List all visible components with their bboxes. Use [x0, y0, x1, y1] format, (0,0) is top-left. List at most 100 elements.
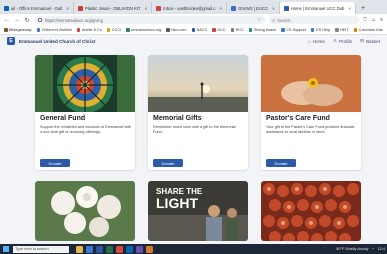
bookmark-item[interactable]: UCC	[212, 28, 226, 32]
nav-profile[interactable]: ♙ Profile	[333, 38, 352, 44]
browser-icon[interactable]	[86, 245, 93, 253]
fund-card-share-the-light[interactable]: SHARE THE LIGHT	[148, 181, 248, 241]
bookmark-item[interactable]: hfcc.com	[166, 28, 187, 32]
close-icon[interactable]: ×	[145, 6, 148, 11]
browser-search-input[interactable]: ⚲ Search	[269, 16, 360, 24]
hands-flower-image	[261, 55, 361, 112]
close-icon[interactable]: ×	[348, 6, 351, 11]
bookmark-favicon-icon	[353, 28, 358, 32]
shield-icon[interactable]: ⛉	[363, 17, 367, 23]
site-nav: ⌂ Home ♙ Profile ⊟ Basket	[308, 38, 380, 44]
folder-icon[interactable]	[76, 245, 83, 253]
bookmark-item[interactable]: emmanuelucc.org	[126, 28, 161, 32]
fund-card-general: General Fund Support the ministries and …	[35, 55, 135, 170]
bookmark-item[interactable]: RCC	[230, 28, 244, 32]
browser-tab[interactable]: GIVING | EUCC ×	[227, 2, 280, 14]
card-description: Support the ministries and missions of E…	[40, 125, 132, 134]
nav-basket[interactable]: ⊟ Basket	[360, 38, 380, 44]
new-tab-button[interactable]: +	[356, 2, 370, 14]
reload-icon[interactable]: ↻	[24, 17, 30, 24]
excel-icon[interactable]	[106, 245, 113, 253]
nav-home-label: Home	[312, 38, 325, 44]
fund-card-red-pattern[interactable]	[261, 181, 361, 241]
clock-text[interactable]: 12:4	[378, 247, 385, 251]
sunset-figure-image	[148, 55, 248, 112]
site-icon	[231, 5, 237, 11]
windows-taskbar: Type here to search 50°F Mostly cloudy ⌃…	[0, 244, 387, 254]
donate-button[interactable]: Donate	[266, 159, 296, 167]
bookmark-favicon-icon	[248, 28, 253, 32]
stained-glass-image	[35, 55, 135, 112]
fund-card-pastors-care: Pastor's Care Fund Your gift to the Past…	[261, 55, 361, 170]
bookmark-item[interactable]: Sheng beach	[248, 28, 276, 32]
windows-start-icon[interactable]	[2, 245, 10, 253]
nav-home[interactable]: ⌂ Home	[308, 38, 325, 44]
url-text: https://emmanuelucc.org/giving	[45, 17, 103, 23]
chrome-icon[interactable]	[116, 245, 123, 253]
menu-icon[interactable]: ≡	[380, 17, 383, 23]
browser-tab[interactable]: ail - Office Emmanuel - Outl ×	[0, 2, 74, 14]
site-icon	[78, 5, 83, 11]
star-icon[interactable]: ☆	[257, 17, 261, 23]
bookmark-favicon-icon	[191, 28, 196, 32]
close-icon[interactable]: ×	[219, 6, 222, 11]
bookmark-label: UCC	[217, 28, 226, 32]
fund-card-roses[interactable]	[35, 181, 135, 241]
bookmark-item[interactable]: Biblegateway	[4, 28, 32, 32]
browser-tab-active[interactable]: Home | Emmanuel UCC Dub ×	[279, 2, 357, 14]
bookmark-favicon-icon	[212, 28, 216, 32]
outlook-icon	[4, 5, 9, 11]
home-icon: ⌂	[307, 38, 311, 44]
donate-button[interactable]: Donate	[40, 159, 70, 167]
card-description: Your gift to the Pastor's Care Fund prov…	[266, 125, 355, 134]
account-icon[interactable]: ☺	[371, 17, 376, 23]
bookmark-item[interactable]: CS Support	[281, 28, 306, 32]
church-logo[interactable]: E	[7, 37, 15, 45]
bookmark-item[interactable]: NEIT	[335, 28, 349, 32]
bookmark-label: RCC	[235, 28, 244, 32]
bookmark-favicon-icon	[126, 28, 130, 32]
site-header: E Emmanuel United Church of Christ ⌂ Hom…	[0, 35, 387, 47]
back-arrow-icon[interactable]: ←	[4, 17, 10, 23]
close-icon[interactable]: ×	[66, 6, 69, 11]
tab-label: Plastic Jesus - OBLIVION KIT	[85, 5, 141, 11]
bookmark-label: NEIT	[340, 28, 349, 32]
bookmark-favicon-icon	[106, 28, 111, 32]
bookmark-item[interactable]: CCCI	[106, 28, 121, 32]
overlay-text-line2: LIGHT	[156, 195, 198, 211]
browser-tab[interactable]: Inbox - eastbrooke@gmail.c ×	[152, 2, 228, 14]
network-icon[interactable]: ⌃	[371, 247, 374, 252]
bookmark-item[interactable]: Children's Bulletin	[36, 28, 72, 32]
taskbar-search-input[interactable]: Type here to search	[13, 245, 69, 253]
bookmark-label: Biblegateway	[9, 28, 32, 32]
basket-icon: ⊟	[360, 38, 364, 43]
tab-label: Home | Emmanuel UCC Dub	[290, 5, 345, 11]
toolbar-icons: ⛉ ☺ ≡	[363, 17, 383, 23]
search-placeholder: Search	[277, 17, 291, 23]
forward-arrow-icon[interactable]: →	[14, 17, 20, 23]
nav-profile-label: Profile	[339, 38, 353, 44]
close-icon[interactable]: ×	[272, 6, 275, 11]
bookmark-label: Columbia Gas	[358, 28, 383, 32]
app-icon[interactable]	[136, 245, 143, 253]
bookmark-favicon-icon	[4, 28, 8, 32]
word-icon[interactable]	[96, 245, 103, 253]
bookmark-item[interactable]: Columbia Gas	[353, 28, 383, 32]
donate-button[interactable]: Donate	[153, 159, 183, 167]
browser-tab[interactable]: Plastic Jesus - OBLIVION KIT ×	[74, 2, 153, 14]
user-icon: ♙	[332, 38, 338, 43]
bookmark-label: CS Help	[315, 28, 330, 32]
weather-text[interactable]: 50°F Mostly cloudy	[336, 247, 368, 251]
outlook-icon[interactable]	[126, 245, 133, 253]
bookmark-item[interactable]: Arielle & Co	[76, 28, 102, 32]
app-icon[interactable]	[146, 245, 153, 253]
bookmark-item[interactable]: CS Help	[310, 28, 330, 32]
site-icon	[283, 5, 289, 11]
bookmark-item[interactable]: NACC	[191, 28, 208, 32]
bookmark-label: NACC	[196, 28, 208, 32]
site-name[interactable]: Emmanuel United Church of Christ	[19, 39, 95, 44]
gmail-icon	[156, 5, 162, 11]
card-title: General Fund	[40, 115, 86, 122]
url-bar[interactable]: https://emmanuelucc.org/giving ☆	[34, 16, 266, 24]
bookmark-favicon-icon	[76, 28, 81, 32]
